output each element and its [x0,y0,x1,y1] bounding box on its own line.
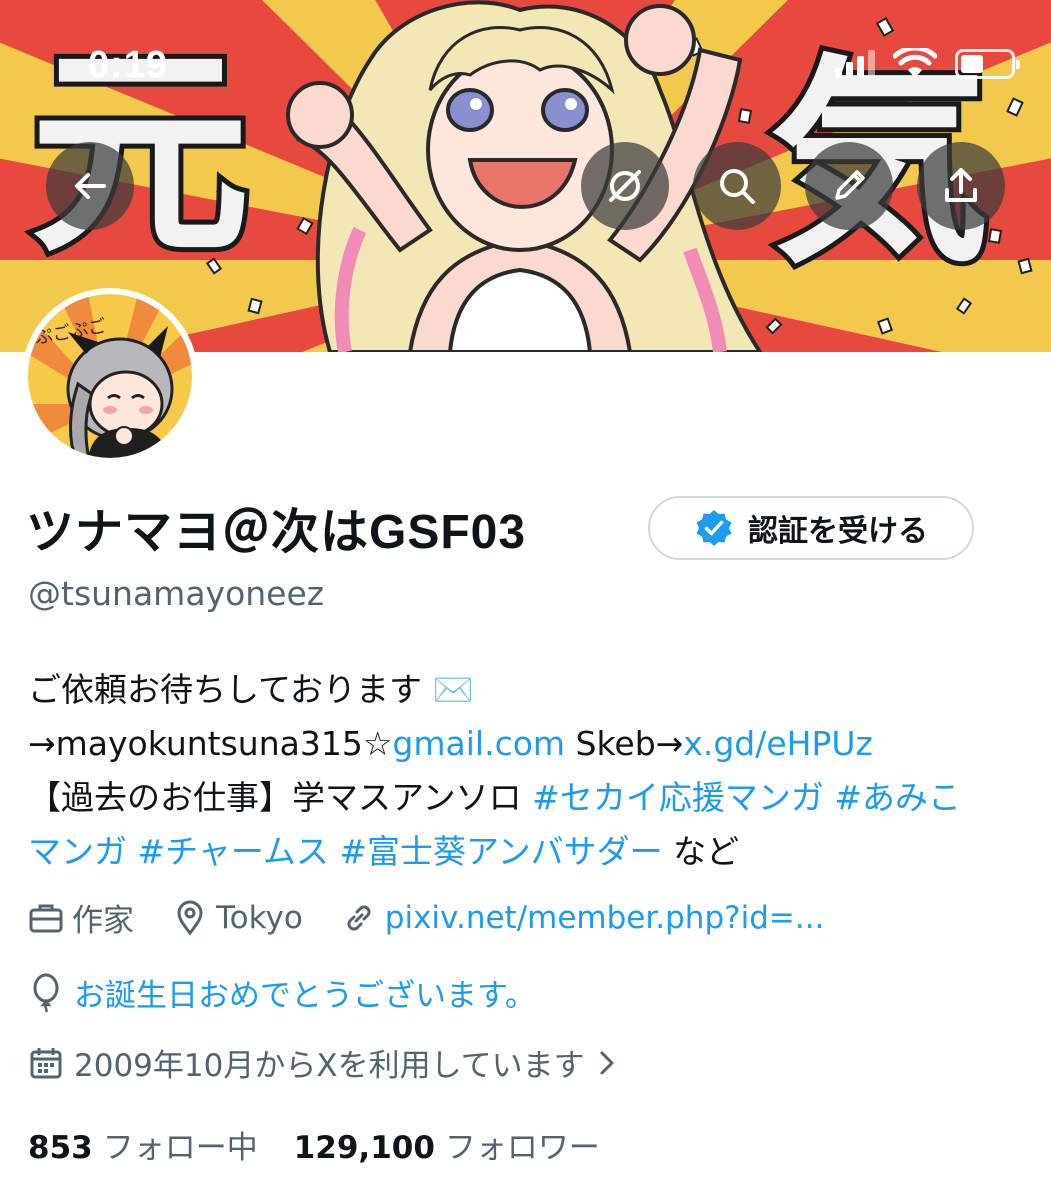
status-time: 0:19 [88,44,169,86]
location-item: Tokyo [172,900,303,936]
followers-count: 129,100 [293,1130,435,1166]
battery-icon [955,49,1020,79]
hashtag-sekai[interactable]: #セカイ応援マンガ [532,778,824,817]
location-text: Tokyo [216,899,303,936]
following-label: フォロー中 [102,1130,258,1166]
website-item[interactable]: pixiv.net/member.php?id=... [341,900,825,936]
user-handle: @tsunamayoneez [28,574,325,613]
profile-bio: ご依頼お待ちしております ✉️ →mayokuntsuna315☆gmail.c… [28,663,1028,879]
status-icons [835,48,1020,80]
followers-label: フォロワー [444,1130,600,1166]
hashtag-fujiaoi[interactable]: #富士葵アンバサダー [339,832,662,871]
search-icon [720,169,755,204]
joined-date-row[interactable]: 2009年10月からXを利用しています [28,1040,619,1085]
website-link[interactable]: pixiv.net/member.php?id=... [385,900,825,936]
pencil-icon [835,170,865,200]
get-verified-button[interactable]: 認証を受ける [648,496,974,560]
bio-line-4: マンガ #チャームス #富士葵アンバサダー など [28,825,1028,879]
following-count: 853 [28,1130,93,1166]
edit-button[interactable] [805,142,893,230]
bio-suffix: など [662,832,740,871]
bio-line-1: ご依頼お待ちしております ✉️ [28,670,474,709]
grok-icon [609,170,641,202]
followers-stat[interactable]: 129,100 フォロワー [294,1122,600,1167]
birthday-text: お誕生日おめでとうございます。 [74,978,536,1014]
bio-works-prefix: 【過去のお仕事】学マスアンソロ [28,778,533,817]
profile-banner[interactable]: 元 気 0:19 [0,0,1051,352]
upload-icon [945,168,977,202]
search-button[interactable] [693,142,781,230]
profile-meta-row: 作家 Tokyo pixiv.net/member.php?id=... [28,895,862,940]
bio-line-2: →mayokuntsuna315☆gmail.com Skeb→x.gd/eHP… [28,717,1028,771]
joined-text: 2009年10月からXを利用しています [74,1048,585,1084]
display-name: ツナマヨ＠次はGSF03 [26,506,527,559]
avatar-image: ぷごぷご [28,294,192,458]
verified-badge-icon [696,510,732,546]
link-icon [347,905,371,930]
following-stat[interactable]: 853 フォロー中 [28,1122,258,1167]
hashtag-amiko-part1: #あみこ [834,778,961,817]
location-pin-icon [177,900,203,935]
bio-line-3: 【過去のお仕事】学マスアンソロ #セカイ応援マンガ #あみこ [28,771,1028,825]
bio-skeb-text: Skeb→ [565,724,684,763]
balloon-icon [33,973,59,1013]
birthday-row: お誕生日おめでとうございます。 [28,970,536,1015]
share-button[interactable] [917,142,1005,230]
bio-email-prefix: →mayokuntsuna315☆ [28,724,393,763]
status-bar: 0:19 [0,0,1051,130]
arrow-left-icon [75,173,106,199]
calendar-icon [30,1047,62,1078]
follow-stats: 853 フォロー中 129,100 フォロワー [28,1122,636,1167]
hashtag-amiko-continued[interactable]: マンガ [28,832,127,871]
briefcase-icon [29,904,63,932]
email-domain-link[interactable]: gmail.com [392,724,565,763]
profession-item: 作家 [28,895,134,940]
get-verified-label: 認証を受ける [748,514,928,549]
chevron-right-icon [600,1051,614,1074]
skeb-link[interactable]: x.gd/eHPUz [683,724,873,763]
cellular-signal-icon [835,50,875,78]
avatar[interactable]: ぷごぷご [22,288,198,464]
back-button[interactable] [46,142,134,230]
hashtag-charms[interactable]: #チャームス [138,832,329,871]
grok-button[interactable] [581,142,669,230]
hashtag-amiko[interactable]: #あみこ [834,778,961,817]
display-name-row: ツナマヨ＠次はGSF03 [26,492,526,562]
profession-text: 作家 [72,903,134,939]
wifi-icon [893,48,937,78]
